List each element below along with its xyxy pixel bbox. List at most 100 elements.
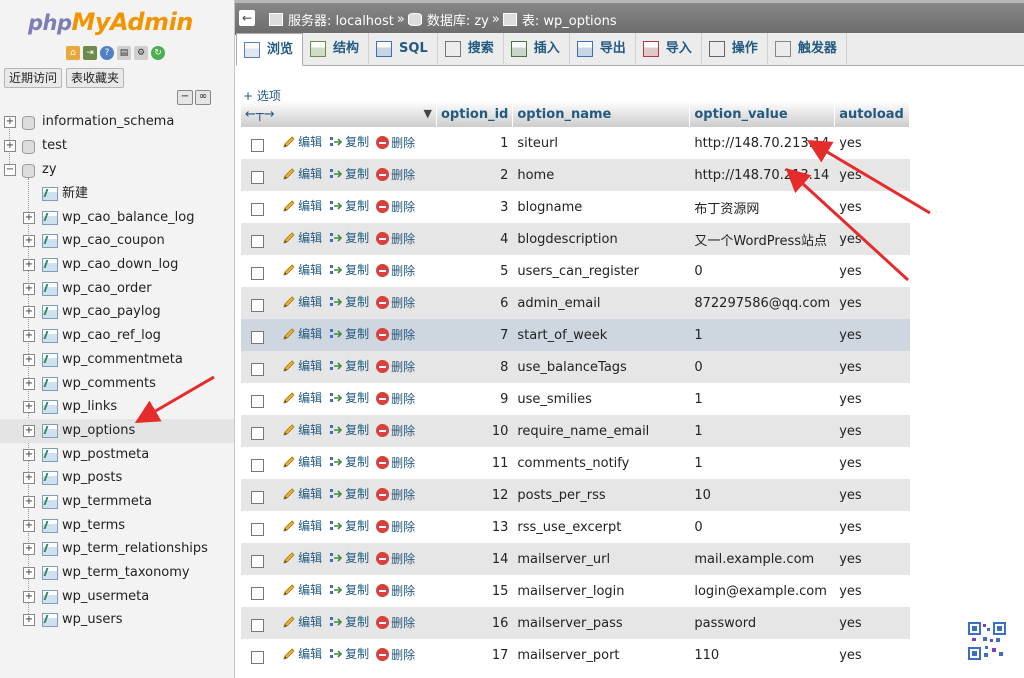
cell-option-value[interactable]: 1 <box>689 447 835 479</box>
edit-link[interactable]: 编辑 <box>282 197 322 214</box>
cell-autoload[interactable]: yes <box>834 159 910 191</box>
cell-option-value[interactable]: password <box>689 607 835 639</box>
delete-link[interactable]: 删除 <box>376 582 415 599</box>
db-item-information-schema[interactable]: + information_schema <box>0 110 234 134</box>
cell-option-value[interactable]: mail.example.com <box>689 543 835 575</box>
cell-autoload[interactable]: yes <box>834 543 910 575</box>
cell-option-id[interactable]: 3 <box>436 191 513 223</box>
cell-option-value[interactable]: 872297586@qq.com <box>689 287 835 319</box>
copy-link[interactable]: 复制 <box>329 421 369 438</box>
logout-icon[interactable]: ⇥ <box>83 46 97 60</box>
table-row[interactable]: 编辑 复制 删除 12 posts_per_rss 10 yes <box>241 479 910 511</box>
sidebar-table-item[interactable]: + wp_cao_ref_log <box>0 324 234 348</box>
cell-option-id[interactable]: 16 <box>436 607 513 639</box>
row-checkbox[interactable] <box>251 298 264 312</box>
cell-option-id[interactable]: 5 <box>436 255 513 287</box>
cell-option-id[interactable]: 11 <box>436 447 513 479</box>
copy-link[interactable]: 复制 <box>329 165 369 182</box>
sidebar-table-item[interactable]: + wp_posts <box>0 466 234 490</box>
edit-link[interactable]: 编辑 <box>282 421 322 438</box>
cell-option-name[interactable]: home <box>512 159 690 191</box>
table-row[interactable]: 编辑 复制 删除 11 comments_notify 1 yes <box>241 447 910 479</box>
breadcrumb-table[interactable]: 表: wp_options <box>522 10 617 29</box>
edit-link[interactable]: 编辑 <box>282 165 322 182</box>
delete-link[interactable]: 删除 <box>376 614 415 631</box>
db-item-test[interactable]: + test <box>0 134 234 158</box>
expand-icon[interactable]: + <box>23 235 35 248</box>
cell-autoload[interactable]: yes <box>834 351 910 383</box>
expand-icon[interactable]: + <box>23 448 35 461</box>
row-checkbox[interactable] <box>251 234 264 248</box>
delete-link[interactable]: 删除 <box>376 166 415 183</box>
copy-link[interactable]: 复制 <box>329 485 369 502</box>
edit-link[interactable]: 编辑 <box>282 485 322 502</box>
delete-link[interactable]: 删除 <box>376 646 415 663</box>
table-name[interactable]: wp_comments <box>62 372 156 395</box>
delete-link[interactable]: 删除 <box>376 454 415 471</box>
expand-icon[interactable]: + <box>23 543 35 556</box>
table-row[interactable]: 编辑 复制 删除 8 use_balanceTags 0 yes <box>241 351 910 383</box>
expand-icon[interactable]: + <box>23 472 35 485</box>
sidebar-table-item[interactable]: + wp_term_taxonomy <box>0 561 234 585</box>
cell-option-id[interactable]: 1 <box>436 127 513 159</box>
tab-import[interactable]: 导入 <box>636 33 702 64</box>
row-checkbox[interactable] <box>251 458 264 472</box>
recent-tab[interactable]: 近期访问 <box>4 68 63 88</box>
cell-autoload[interactable]: yes <box>834 383 910 415</box>
sidebar-table-item[interactable]: + wp_cao_coupon <box>0 229 234 253</box>
cell-autoload[interactable]: yes <box>834 223 910 255</box>
sidebar-table-item[interactable]: + wp_term_relationships <box>0 537 234 561</box>
copy-link[interactable]: 复制 <box>329 133 369 150</box>
cell-option-name[interactable]: mailserver_url <box>512 543 690 575</box>
row-checkbox[interactable] <box>251 426 264 440</box>
expand-icon[interactable]: + <box>23 424 35 437</box>
cell-option-name[interactable]: mailserver_login <box>512 575 690 607</box>
table-name[interactable]: wp_cao_paylog <box>62 300 161 323</box>
expand-icon[interactable]: + <box>23 306 35 319</box>
column-nav-arrows[interactable]: ←┬→ <box>245 107 275 122</box>
sidebar-table-item[interactable]: + wp_termmeta <box>0 490 234 514</box>
sidebar-table-item[interactable]: + wp_cao_order <box>0 277 234 301</box>
table-name[interactable]: wp_usermeta <box>62 585 149 608</box>
cell-option-name[interactable]: mailserver_pass <box>512 607 690 639</box>
delete-link[interactable]: 删除 <box>376 134 415 151</box>
delete-link[interactable]: 删除 <box>376 358 415 375</box>
table-name[interactable]: wp_cao_coupon <box>62 229 165 252</box>
expand-icon[interactable]: + <box>23 401 35 414</box>
expand-icon[interactable]: + <box>23 495 35 508</box>
edit-link[interactable]: 编辑 <box>282 229 322 246</box>
column-header-option-id[interactable]: option_id <box>436 101 514 127</box>
table-name[interactable]: wp_term_relationships <box>62 537 208 560</box>
copy-link[interactable]: 复制 <box>329 517 369 534</box>
cell-option-name[interactable]: blogname <box>512 191 690 223</box>
delete-link[interactable]: 删除 <box>376 550 415 567</box>
collapse-icon[interactable]: − <box>4 164 16 176</box>
edit-link[interactable]: 编辑 <box>282 357 322 374</box>
tab-structure[interactable]: 结构 <box>303 33 370 64</box>
cell-autoload[interactable]: yes <box>834 479 910 511</box>
table-row[interactable]: 编辑 复制 删除 6 admin_email 872297586@qq.com yes <box>241 287 910 319</box>
cell-option-value[interactable]: 1 <box>689 415 835 447</box>
table-name[interactable]: wp_term_taxonomy <box>62 561 190 584</box>
tab-trigger[interactable]: 触发器 <box>768 33 847 64</box>
cell-autoload[interactable]: yes <box>834 575 910 607</box>
delete-link[interactable]: 删除 <box>376 230 415 247</box>
cell-option-id[interactable]: 9 <box>436 383 513 415</box>
cell-option-value[interactable]: 0 <box>689 351 835 383</box>
cell-autoload[interactable]: yes <box>834 127 910 159</box>
expand-icon[interactable]: + <box>23 211 35 224</box>
sidebar-table-item[interactable]: + wp_terms <box>0 514 234 538</box>
cell-option-name[interactable]: require_name_email <box>512 415 690 447</box>
cell-option-value[interactable]: 布丁资源网 <box>689 191 835 223</box>
edit-link[interactable]: 编辑 <box>282 645 322 662</box>
column-header-option-name[interactable]: option_name <box>512 101 691 127</box>
delete-link[interactable]: 删除 <box>376 518 415 535</box>
cell-option-value[interactable]: 10 <box>689 479 835 511</box>
delete-link[interactable]: 删除 <box>376 198 415 215</box>
cell-option-name[interactable]: rss_use_excerpt <box>512 511 690 543</box>
cell-option-name[interactable]: siteurl <box>512 127 690 159</box>
tab-browse[interactable]: 浏览 <box>236 33 304 66</box>
table-row[interactable]: 编辑 复制 删除 17 mailserver_port 110 yes <box>241 639 910 671</box>
table-name[interactable]: wp_links <box>62 395 117 418</box>
toggle-nav-icon[interactable]: ← <box>239 10 255 26</box>
